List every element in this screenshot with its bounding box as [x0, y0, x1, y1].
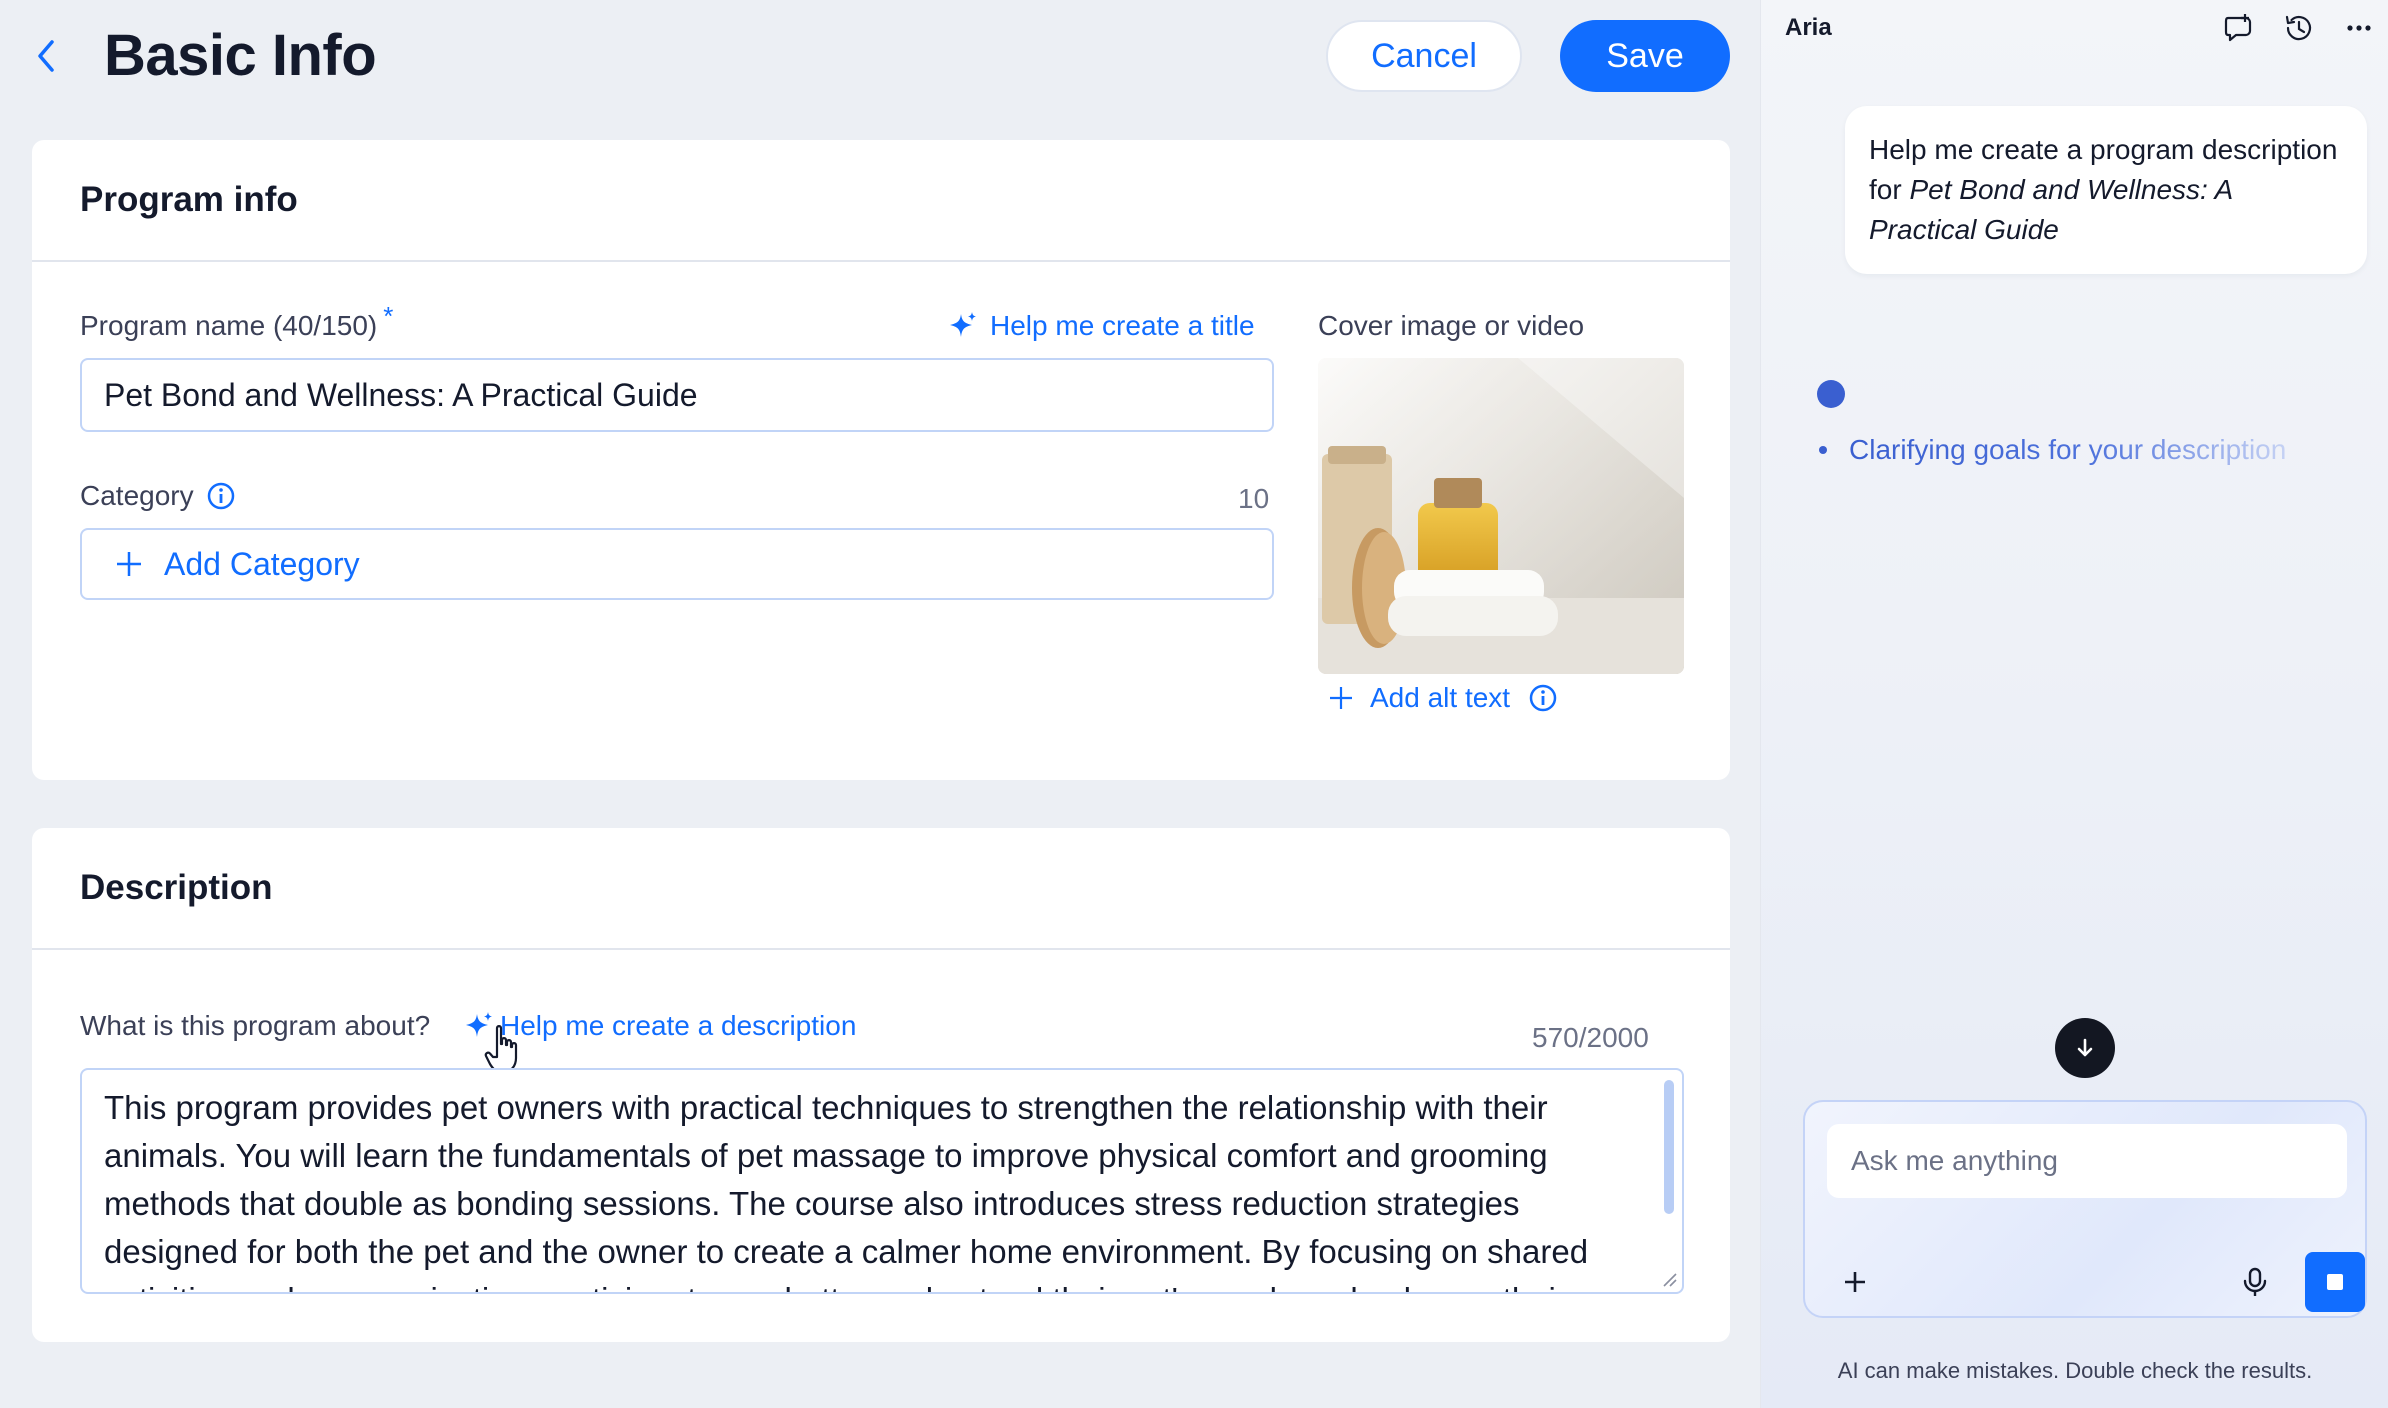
help-create-description-label: Help me create a description	[500, 1010, 857, 1041]
history-icon	[2285, 15, 2312, 41]
back-button[interactable]	[26, 36, 66, 76]
thinking-indicator	[1817, 380, 1845, 408]
cover-image[interactable]	[1318, 358, 1684, 674]
help-create-title-link[interactable]: Help me create a title	[948, 310, 1255, 342]
new-chat-button[interactable]	[2221, 10, 2257, 46]
chat-composer	[1803, 1100, 2367, 1318]
stop-icon	[2327, 1274, 2343, 1290]
aria-panel: Aria Help me create a program descriptio…	[1760, 0, 2388, 1408]
stop-generation-button[interactable]	[2305, 1252, 2365, 1312]
more-icon	[2347, 25, 2371, 31]
plus-icon	[117, 552, 141, 576]
program-name-label-text: Program name (40/150)	[80, 310, 378, 341]
history-button[interactable]	[2281, 10, 2317, 46]
arrow-down-icon	[2077, 1038, 2093, 1057]
page-header: Basic Info Cancel Save	[0, 0, 1760, 120]
aria-title: Aria	[1785, 14, 1832, 41]
status-line: Clarifying goals for your description	[1819, 434, 2286, 466]
description-card: Description What is this program about? …	[32, 828, 1730, 1342]
description-char-count: 570/2000	[1532, 1022, 1649, 1053]
add-category-button[interactable]: Add Category	[80, 528, 1274, 600]
divider	[32, 260, 1730, 262]
ai-disclaimer: AI can make mistakes. Double check the r…	[1837, 1358, 2313, 1383]
info-icon[interactable]	[206, 481, 236, 511]
textarea-scrollbar[interactable]	[1664, 1080, 1674, 1214]
description-textarea[interactable]: This program provides pet owners with pr…	[80, 1068, 1684, 1294]
plus-icon	[1845, 1272, 1865, 1292]
info-icon[interactable]	[1528, 683, 1558, 713]
more-options-button[interactable]	[2341, 10, 2377, 46]
program-info-card: Program info Program name (40/150) * Help…	[32, 140, 1730, 780]
add-alt-text-label: Add alt text	[1370, 682, 1511, 713]
microphone-button[interactable]	[2237, 1264, 2273, 1300]
category-label-text: Category	[80, 480, 194, 511]
add-alt-text-link[interactable]: Add alt text	[1328, 682, 1558, 714]
program-name-label: Program name (40/150) *	[80, 301, 393, 342]
divider	[32, 948, 1730, 950]
microphone-icon	[2243, 1267, 2267, 1296]
new-chat-icon	[2224, 14, 2252, 42]
required-marker: *	[383, 301, 394, 331]
user-message-emphasis: Pet Bond and Wellness: A Practical Guide	[1869, 174, 2233, 245]
status-bullet	[1819, 446, 1827, 454]
description-text: This program provides pet owners with pr…	[104, 1089, 1589, 1292]
save-button[interactable]: Save	[1560, 20, 1730, 92]
status-text: Clarifying goals for your description	[1849, 434, 2287, 465]
sparkle-icon	[950, 312, 976, 337]
category-count: 10	[1238, 483, 1270, 514]
cover-image-graphic	[1318, 358, 1684, 674]
category-label: Category	[80, 480, 236, 512]
program-info-title: Program info	[80, 180, 298, 219]
back-chevron-icon	[38, 40, 54, 72]
program-name-input[interactable]: Pet Bond and Wellness: A Practical Guide	[80, 358, 1274, 432]
cover-label: Cover image or video	[1318, 310, 1585, 341]
help-create-title-label: Help me create a title	[990, 310, 1255, 341]
add-category-label: Add Category	[164, 545, 360, 582]
attach-button[interactable]	[1839, 1266, 1871, 1298]
chat-input[interactable]	[1827, 1124, 2347, 1198]
page-title: Basic Info	[104, 23, 377, 88]
resize-handle-icon[interactable]	[1658, 1268, 1678, 1288]
cancel-button[interactable]: Cancel	[1326, 20, 1522, 92]
plus-icon	[1330, 687, 1352, 709]
scroll-down-button[interactable]	[2055, 1018, 2115, 1078]
main-panel: Basic Info Cancel Save Program info Prog…	[0, 0, 1760, 1408]
description-question-label: What is this program about?	[80, 1010, 431, 1041]
user-message-bubble: Help me create a program description for…	[1845, 106, 2367, 274]
description-title: Description	[80, 868, 273, 907]
program-name-value: Pet Bond and Wellness: A Practical Guide	[104, 376, 698, 413]
